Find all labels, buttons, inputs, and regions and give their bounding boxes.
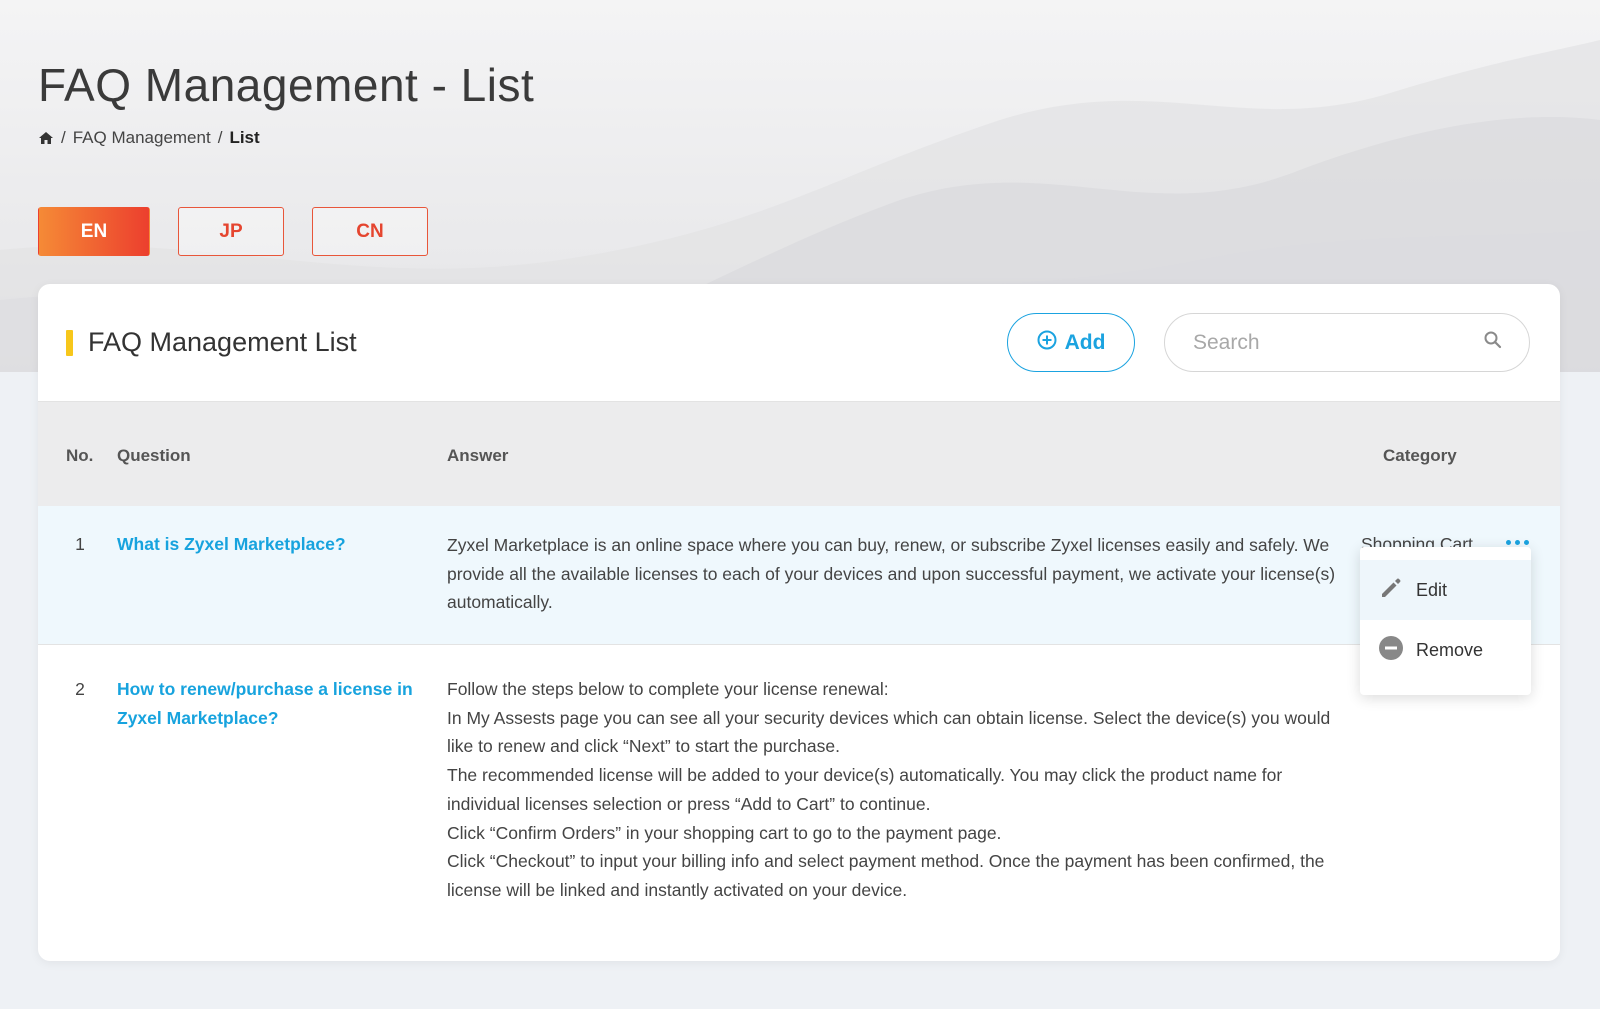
row-actions-menu: Edit Remove	[1360, 547, 1531, 695]
add-button[interactable]: Add	[1007, 313, 1135, 372]
menu-item-edit[interactable]: Edit	[1360, 560, 1531, 620]
faq-list-card: FAQ Management List Add No. Question Ans…	[38, 284, 1560, 961]
answer-text: Follow the steps below to complete your …	[447, 679, 1331, 900]
minus-circle-icon	[1378, 635, 1404, 666]
home-icon[interactable]	[38, 130, 54, 146]
add-button-label: Add	[1064, 330, 1106, 354]
more-options-icon[interactable]	[1506, 540, 1529, 545]
table-header: No. Question Answer Category	[38, 402, 1560, 506]
column-header-category: Category	[1383, 446, 1457, 465]
breadcrumb-separator: /	[61, 128, 66, 147]
tab-language-cn[interactable]: CN	[312, 207, 428, 256]
question-link[interactable]: What is Zyxel Marketplace?	[117, 530, 427, 559]
breadcrumb-separator: /	[217, 128, 223, 147]
card-header: FAQ Management List Add	[38, 284, 1560, 402]
menu-item-edit-label: Edit	[1416, 579, 1448, 600]
column-header-question: Question	[117, 446, 191, 465]
search-box	[1164, 313, 1530, 372]
title-accent-bar	[66, 330, 73, 356]
page-title: FAQ Management - List	[38, 59, 535, 111]
row-number: 2	[75, 679, 85, 699]
table-row[interactable]: 1 What is Zyxel Marketplace? Zyxel Marke…	[38, 506, 1560, 645]
search-icon[interactable]	[1483, 330, 1503, 355]
search-input[interactable]	[1193, 330, 1483, 355]
question-link[interactable]: How to renew/purchase a license in Zyxel…	[117, 675, 427, 733]
tab-language-en[interactable]: EN	[38, 207, 150, 256]
answer-text: Zyxel Marketplace is an online space whe…	[447, 535, 1336, 613]
column-header-answer: Answer	[447, 446, 509, 465]
tab-language-jp[interactable]: JP	[178, 207, 284, 256]
card-title: FAQ Management List	[88, 327, 357, 357]
pencil-icon	[1378, 575, 1404, 606]
breadcrumb-section[interactable]: FAQ Management	[73, 128, 211, 148]
row-number: 1	[75, 534, 85, 554]
table-row[interactable]: 2 How to renew/purchase a license in Zyx…	[38, 645, 1560, 960]
add-circle-icon	[1037, 330, 1057, 356]
menu-item-remove[interactable]: Remove	[1360, 620, 1531, 680]
breadcrumb-current: List	[229, 128, 260, 147]
language-tabs: EN JP CN	[38, 207, 428, 256]
breadcrumb: / FAQ Management / List	[38, 128, 260, 148]
menu-item-remove-label: Remove	[1416, 639, 1484, 660]
column-header-no: No.	[66, 446, 94, 465]
